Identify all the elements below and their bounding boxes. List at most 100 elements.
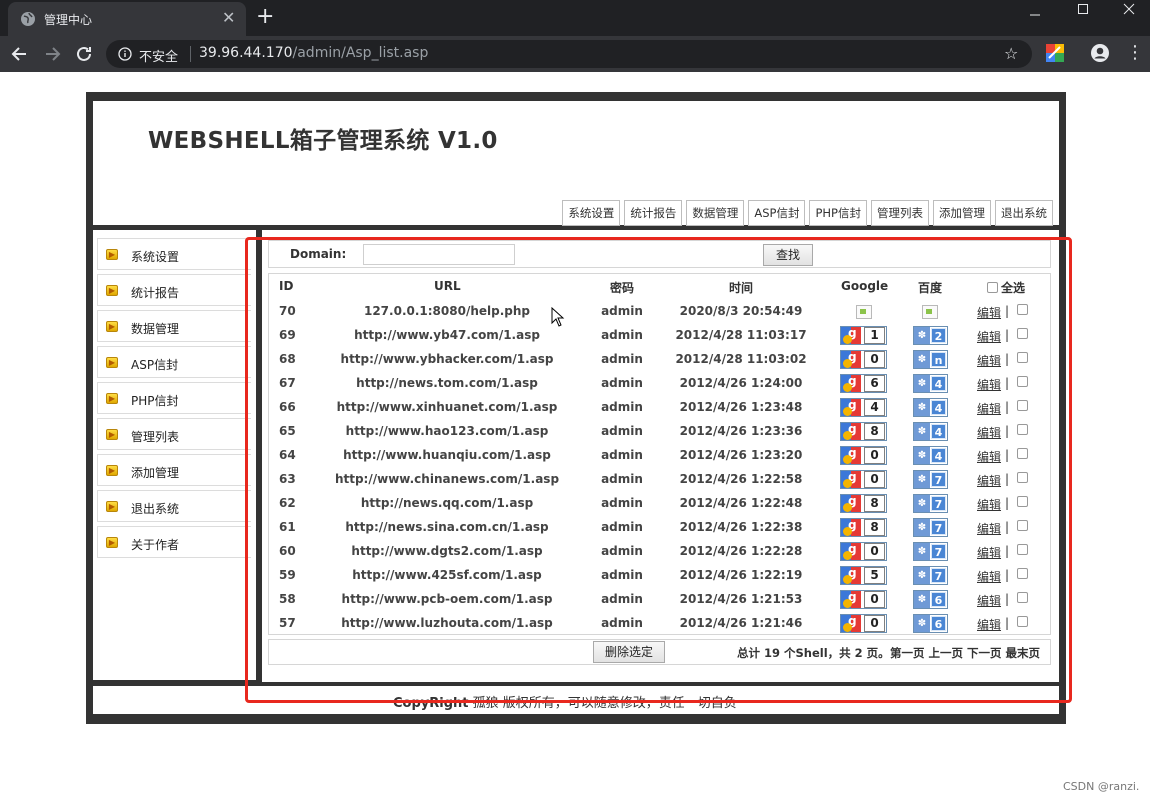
kebab-menu-icon[interactable]: ⋮ (1126, 42, 1144, 64)
domain-input[interactable] (363, 244, 515, 265)
search-button[interactable]: 查找 (763, 244, 813, 266)
baidu-rank-value: 6 (931, 616, 946, 631)
address-bar[interactable]: 不安全 39.96.44.170/admin/Asp_list.asp ☆ (106, 40, 1032, 68)
sidebar-item-add-admin[interactable]: ▶ 添加管理 (97, 454, 251, 486)
url-text[interactable]: 39.96.44.170/admin/Asp_list.asp (199, 45, 428, 61)
google-logo-icon (841, 614, 861, 632)
broken-image-icon (856, 305, 872, 319)
edit-link[interactable]: 编辑 (977, 568, 1001, 585)
baidu-rank-value: 4 (931, 424, 946, 439)
separator: | (1005, 352, 1010, 366)
topnav-statistics[interactable]: 统计报告 (624, 200, 683, 226)
sidebar-item-statistics[interactable]: ▶ 统计报告 (97, 274, 251, 306)
shell-table: ID URL 密码 时间 Google 百度 全选 70 127.0.0.1:80… (268, 273, 1051, 635)
sidebar-item-manage-list[interactable]: ▶ 管理列表 (97, 418, 251, 450)
back-arrow-icon[interactable] (9, 43, 31, 65)
row-checkbox[interactable] (1017, 400, 1028, 411)
select-all-control[interactable]: 全选 (987, 279, 1025, 296)
topnav-logout[interactable]: 退出系统 (995, 200, 1053, 226)
profile-icon[interactable] (1090, 43, 1110, 63)
minimize-icon[interactable] (1012, 0, 1058, 30)
select-all-checkbox[interactable] (987, 282, 998, 293)
topnav-system-settings[interactable]: 系统设置 (562, 200, 621, 226)
row-id: 59 (279, 568, 296, 582)
row-checkbox[interactable] (1017, 568, 1028, 579)
window-close-icon[interactable] (1106, 0, 1150, 30)
arrow-bullet-icon: ▶ (106, 537, 118, 548)
row-password-text: admin (601, 544, 643, 558)
edit-link[interactable]: 编辑 (977, 448, 1001, 465)
new-tab-button[interactable]: + (256, 4, 274, 30)
sidebar-item-about-author[interactable]: ▶ 关于作者 (97, 526, 251, 558)
baidu-rank-value: 7 (931, 472, 946, 487)
next-page-link[interactable]: 下一页 (967, 646, 1002, 660)
first-page-link[interactable]: 第一页 (890, 646, 925, 660)
row-checkbox[interactable] (1017, 544, 1028, 555)
edit-link[interactable]: 编辑 (977, 328, 1001, 345)
arrow-bullet-icon: ▶ (106, 321, 118, 332)
table-row: 57 http://www.luzhouta.com/1.asp admin 2012… (269, 612, 1050, 636)
row-checkbox[interactable] (1017, 592, 1028, 603)
row-password-text: admin (601, 400, 643, 414)
sidebar-item-logout[interactable]: ▶ 退出系统 (97, 490, 251, 522)
extension-icon[interactable] (1046, 44, 1064, 62)
separator: | (1005, 304, 1010, 318)
sidebar-item-php-envelope[interactable]: ▶ PHP信封 (97, 382, 251, 414)
sidebar-item-asp-envelope[interactable]: ▶ ASP信封 (97, 346, 251, 378)
bookmark-star-icon[interactable]: ☆ (1004, 44, 1018, 63)
maximize-icon[interactable] (1060, 0, 1106, 30)
topnav-add-admin[interactable]: 添加管理 (933, 200, 991, 226)
row-checkbox[interactable] (1017, 448, 1028, 459)
delete-selected-button[interactable]: 删除选定 (593, 641, 665, 663)
table-row: 65 http://www.hao123.com/1.asp admin 2012/4… (269, 420, 1050, 444)
topnav-manage-list[interactable]: 管理列表 (871, 200, 929, 226)
row-time-text: 2012/4/26 1:22:19 (679, 568, 803, 582)
baidu-rank-badge: ✽ 2 (913, 326, 948, 345)
google-pagerank-badge: 1 (840, 326, 887, 345)
baidu-rank-badge: ✽ 7 (913, 542, 948, 561)
row-checkbox[interactable] (1017, 328, 1028, 339)
row-url-text: http://www.dgts2.com/1.asp (351, 544, 543, 558)
edit-link[interactable]: 编辑 (977, 496, 1001, 513)
sidebar-item-label: ASP信封 (131, 358, 179, 372)
row-checkbox[interactable] (1017, 616, 1028, 627)
row-password-text: admin (601, 352, 643, 366)
edit-link[interactable]: 编辑 (977, 472, 1001, 489)
row-password-text: admin (601, 424, 643, 438)
topnav-data-management[interactable]: 数据管理 (686, 200, 745, 226)
sidebar-item-data-management[interactable]: ▶ 数据管理 (97, 310, 251, 342)
row-checkbox[interactable] (1017, 376, 1028, 387)
sidebar-item-system-settings[interactable]: ▶ 系统设置 (97, 238, 251, 270)
edit-link[interactable]: 编辑 (977, 352, 1001, 369)
row-time-text: 2012/4/26 1:23:36 (679, 424, 803, 438)
edit-link[interactable]: 编辑 (977, 400, 1001, 417)
reload-icon[interactable] (73, 43, 95, 65)
topnav-php-envelope[interactable]: PHP信封 (809, 200, 867, 226)
tab-close-icon[interactable]: ✕ (222, 9, 235, 27)
tab-title: 管理中心 (44, 13, 93, 27)
row-checkbox[interactable] (1017, 424, 1028, 435)
forward-arrow-icon[interactable] (41, 43, 63, 65)
row-checkbox[interactable] (1017, 496, 1028, 507)
prev-page-link[interactable]: 上一页 (929, 646, 964, 660)
baidu-paw-icon: ✽ (914, 375, 930, 392)
last-page-link[interactable]: 最末页 (1006, 646, 1041, 660)
edit-link[interactable]: 编辑 (977, 304, 1001, 321)
topnav-asp-envelope[interactable]: ASP信封 (748, 200, 806, 226)
row-checkbox[interactable] (1017, 352, 1028, 363)
baidu-paw-icon: ✽ (914, 519, 930, 536)
row-password-text: admin (601, 328, 643, 342)
edit-link[interactable]: 编辑 (977, 544, 1001, 561)
browser-tab[interactable]: 管理中心 ✕ (8, 2, 246, 36)
edit-link[interactable]: 编辑 (977, 616, 1001, 633)
edit-link[interactable]: 编辑 (977, 520, 1001, 537)
row-checkbox[interactable] (1017, 520, 1028, 531)
edit-link[interactable]: 编辑 (977, 592, 1001, 609)
row-checkbox[interactable] (1017, 472, 1028, 483)
column-header-id: ID (279, 279, 294, 293)
row-checkbox[interactable] (1017, 304, 1028, 315)
google-logo-icon (841, 422, 861, 440)
edit-link[interactable]: 编辑 (977, 424, 1001, 441)
info-icon[interactable] (118, 47, 132, 61)
edit-link[interactable]: 编辑 (977, 376, 1001, 393)
